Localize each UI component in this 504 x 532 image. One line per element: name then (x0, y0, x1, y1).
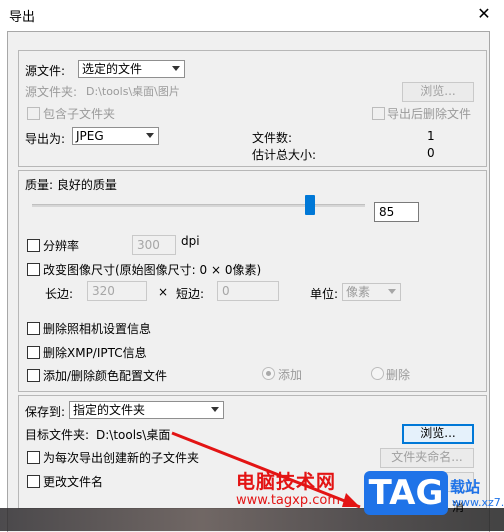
unit-label: 单位: (310, 287, 339, 301)
save-to-label: 保存到: (25, 405, 66, 419)
change-filename-checkbox[interactable] (27, 475, 40, 488)
quality-slider-track[interactable] (32, 204, 365, 207)
title-bar (0, 0, 504, 30)
source-select[interactable]: 选定的文件 (78, 60, 185, 78)
watermark-cn: 电脑技术网 (236, 471, 337, 493)
window-title: 导出 (9, 10, 36, 25)
format-select[interactable]: JPEG (72, 127, 159, 145)
long-edge-label: 长边: (45, 287, 74, 301)
chevron-down-icon (146, 133, 154, 138)
source-select-value: 选定的文件 (82, 62, 143, 76)
chevron-down-icon (172, 66, 180, 71)
resolution-label: 分辨率 (43, 239, 80, 253)
long-edge-input[interactable]: 320 (87, 281, 147, 301)
quality-slider-thumb[interactable] (305, 195, 316, 215)
quality-input[interactable]: 85 (374, 202, 419, 222)
close-icon[interactable]: ✕ (474, 4, 494, 23)
source-folder-path: D:\tools\桌面\图片 (86, 85, 180, 98)
times-sign: × (158, 285, 169, 299)
watermark-tag-logo: TAG (364, 471, 448, 515)
color-profile-checkbox[interactable] (27, 369, 40, 382)
add-profile-radio[interactable] (262, 367, 275, 380)
file-count-label: 文件数: (252, 131, 293, 145)
save-to-select-value: 指定的文件夹 (73, 403, 146, 417)
watermark-side-url: www.xz7.com (452, 496, 504, 509)
resolution-unit: dpi (181, 234, 200, 248)
est-size-value: 0 (427, 146, 435, 160)
watermark-url: www.tagxp.com (236, 493, 340, 508)
change-filename-label: 更改文件名 (43, 475, 104, 489)
target-folder-label: 目标文件夹: (25, 428, 90, 442)
delete-profile-label: 删除 (386, 368, 411, 382)
folder-rename-button[interactable]: 文件夹命名... (380, 448, 474, 468)
resolution-checkbox[interactable] (27, 239, 40, 252)
include-subfolders-label: 包含子文件夹 (43, 107, 116, 121)
short-edge-input[interactable]: 0 (217, 281, 279, 301)
export-as-label: 导出为: (25, 132, 66, 146)
remove-camera-label: 删除照相机设置信息 (43, 322, 152, 336)
format-select-value: JPEG (76, 129, 104, 143)
delete-profile-radio[interactable] (371, 367, 384, 380)
unit-select[interactable]: 像素 (342, 283, 401, 301)
est-size-label: 估计总大小: (252, 148, 317, 162)
include-subfolders-checkbox[interactable] (27, 107, 40, 120)
short-edge-label: 短边: (176, 287, 205, 301)
color-profile-label: 添加/删除颜色配置文件 (43, 369, 168, 383)
arrow-head (342, 493, 360, 507)
unit-select-value: 像素 (346, 285, 371, 299)
watermark-side: 载站 (450, 478, 481, 496)
quality-label: 质量: 良好的质量 (25, 178, 117, 192)
remove-xmp-checkbox[interactable] (27, 346, 40, 359)
delete-after-export-checkbox[interactable] (372, 107, 385, 120)
delete-after-export-label: 导出后删除文件 (387, 107, 472, 121)
file-count-value: 1 (427, 129, 435, 143)
source-folder-label: 源文件夹: (25, 85, 78, 99)
save-to-select[interactable]: 指定的文件夹 (69, 401, 224, 419)
chevron-down-icon (388, 289, 396, 294)
add-profile-label: 添加 (278, 368, 303, 382)
create-subfolder-checkbox[interactable] (27, 451, 40, 464)
resize-label: 改变图像尺寸(原始图像尺寸: 0 × 0像素) (43, 263, 262, 277)
resolution-input[interactable]: 300 (132, 235, 176, 255)
remove-xmp-label: 删除XMP/IPTC信息 (43, 346, 147, 360)
resize-checkbox[interactable] (27, 263, 40, 276)
source-label: 源文件: (25, 64, 66, 78)
chevron-down-icon (211, 407, 219, 412)
source-browse-button[interactable]: 浏览... (402, 82, 474, 102)
target-browse-button[interactable]: 浏览... (402, 424, 474, 444)
remove-camera-checkbox[interactable] (27, 322, 40, 335)
